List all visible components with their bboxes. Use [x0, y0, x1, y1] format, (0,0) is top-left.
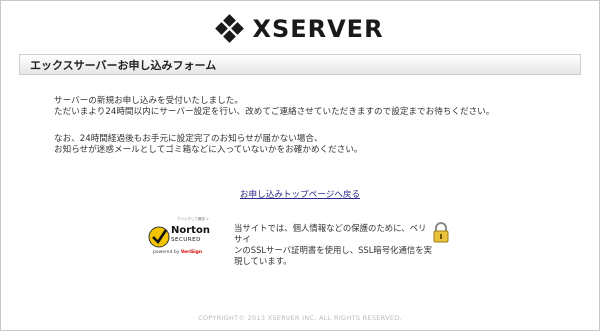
back-link-container: お申し込みトップページへ戻る — [1, 188, 599, 200]
xserver-diamond-logo-icon — [215, 14, 245, 43]
message-line-2: ただいまより24時間以内にサーバー設定を行い、改めてご連絡させていただきますので… — [54, 107, 495, 117]
back-to-top-link[interactable]: お申し込みトップページへ戻る — [240, 190, 360, 200]
site-logo[interactable]: XSERVER — [1, 14, 599, 47]
ssl-notice-line-3: 現しています。 — [234, 256, 292, 266]
message-line-4: お知らせが迷惑メールとしてゴミ箱などに入っていないかをお確かめください。 — [54, 145, 363, 155]
ssl-notice-line-2: ンのSSLサーバ証明書を使用し、SSL暗号化通信を実 — [234, 245, 433, 255]
verisign-brand: VeriSign — [180, 250, 203, 255]
padlock-icon — [432, 222, 450, 244]
message-line-1: サーバーの新規お申し込みを受付いたしました。 — [54, 96, 243, 106]
norton-brand: Norton — [171, 225, 210, 236]
norton-powered-by: powered by VeriSign — [153, 250, 202, 255]
ssl-notice: 当サイトでは、個人情報などの保護のために、ベリサイ ンのSSLサーバ証明書を使用… — [234, 223, 434, 267]
form-title-bar: エックスサーバーお申し込みフォーム — [19, 54, 581, 75]
norton-powered-prefix: powered by — [153, 250, 181, 255]
logo-text: XSERVER — [252, 15, 384, 43]
page-frame: XSERVER エックスサーバーお申し込みフォーム サーバーの新規お申し込みを受… — [0, 0, 600, 331]
copyright-footer: COPYRIGHT© 2013 XSERVER INC. ALL RIGHTS … — [198, 314, 402, 322]
norton-click-hint: クリックして確認 > — [177, 217, 209, 221]
ssl-notice-line-1: 当サイトでは、個人情報などの保護のために、ベリサイ — [234, 223, 427, 244]
norton-secured: SECURED — [171, 237, 201, 243]
message-line-3: なお、24時間経過後もお手元に設定完了のお知らせが届かない場合、 — [54, 134, 323, 144]
norton-secured-seal[interactable]: クリックして確認 > Norton SECURED powered by Ver… — [147, 217, 211, 260]
